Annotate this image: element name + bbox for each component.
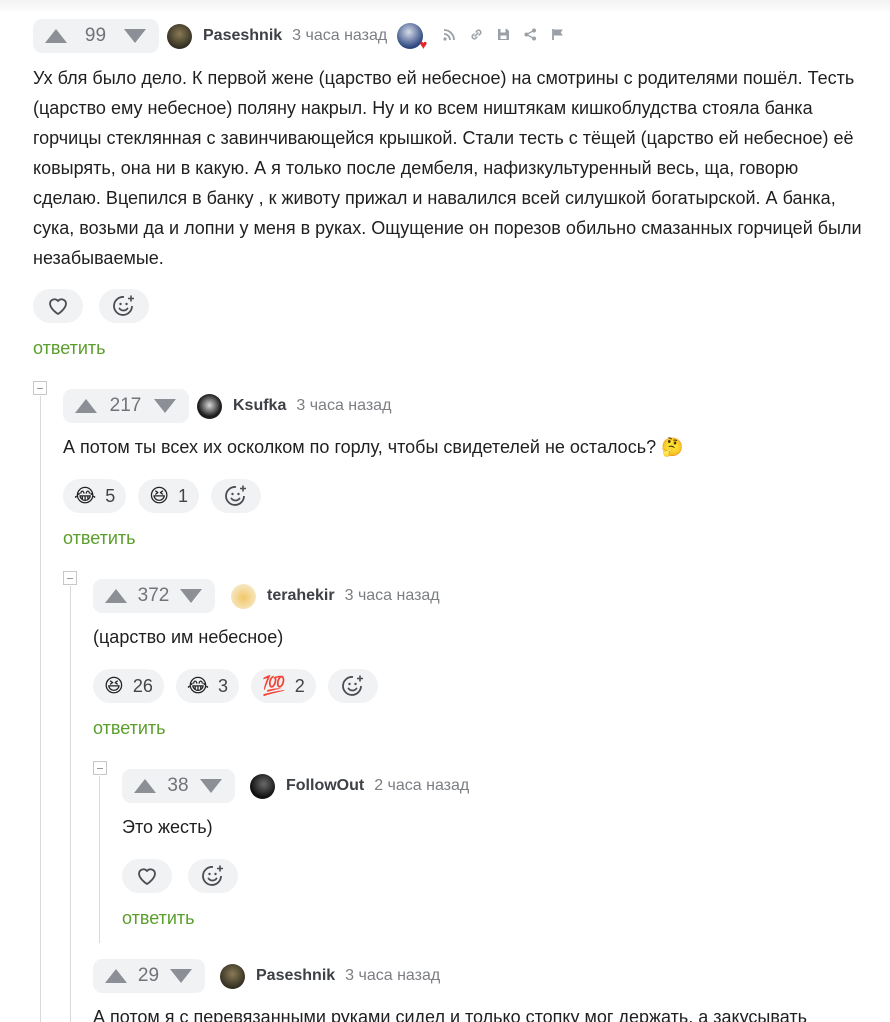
avatar[interactable] bbox=[197, 393, 222, 419]
comment-header: 372 terahekir 3 часа назад bbox=[93, 578, 863, 614]
add-reaction-icon bbox=[113, 295, 134, 316]
rating-widget: 99 bbox=[33, 19, 159, 53]
heart-icon bbox=[138, 868, 156, 885]
author-name[interactable]: Paseshnik bbox=[203, 27, 282, 45]
rating-score: 217 bbox=[109, 395, 142, 416]
reaction-count: 5 bbox=[105, 485, 116, 506]
comment-paseshnik-reply: 29 Paseshnik 3 часа назад А потом я с пе… bbox=[93, 958, 863, 1022]
reaction-button[interactable]: 😆 1 bbox=[138, 479, 200, 513]
upvote-icon[interactable] bbox=[134, 779, 156, 793]
upvote-icon[interactable] bbox=[45, 29, 67, 43]
link-icon[interactable] bbox=[468, 28, 484, 44]
comment-tools: ♥ bbox=[397, 23, 576, 51]
thread-line-level1 bbox=[40, 396, 41, 1022]
comment-followout: 38 FollowOut 2 часа назад Это жесть) bbox=[122, 768, 862, 842]
comment-ksufka: 217 Ksufka 3 часа назад А потом ты всех … bbox=[63, 388, 863, 462]
rating-score: 99 bbox=[84, 25, 107, 46]
comment-paseshnik: 99 Paseshnik 3 часа назад ♥ Ух бля было bbox=[33, 18, 863, 273]
thread-line-level3 bbox=[99, 776, 100, 943]
author-name[interactable]: Paseshnik bbox=[256, 967, 335, 985]
reaction-emoji: 😆 bbox=[149, 485, 170, 507]
comment-header: 38 FollowOut 2 часа назад bbox=[122, 768, 862, 804]
reply-link[interactable]: ответить bbox=[122, 908, 195, 929]
rating-widget: 29 bbox=[93, 959, 205, 993]
avatar[interactable] bbox=[167, 23, 192, 49]
comment-header: 217 Ksufka 3 часа назад bbox=[63, 388, 863, 424]
reaction-emoji: 😂 bbox=[186, 675, 210, 697]
comment-header: 29 Paseshnik 3 часа назад bbox=[93, 958, 863, 994]
flag-icon[interactable] bbox=[549, 28, 565, 44]
comment-text: А потом ты всех их осколком по горлу, чт… bbox=[63, 437, 684, 457]
add-reaction-icon bbox=[341, 675, 363, 696]
reaction-button[interactable]: 😂 5 bbox=[63, 479, 127, 513]
like-button[interactable] bbox=[33, 289, 83, 323]
add-reaction-button[interactable] bbox=[188, 859, 238, 893]
add-reaction-button[interactable] bbox=[99, 289, 149, 323]
collapse-toggle-ksufka[interactable] bbox=[33, 381, 47, 395]
reactions-bar: 😆 26 😂 3 💯 2 bbox=[93, 669, 378, 703]
downvote-icon[interactable] bbox=[199, 779, 222, 793]
author-name[interactable]: terahekir bbox=[267, 587, 335, 605]
upvote-icon[interactable] bbox=[75, 399, 97, 413]
upvote-icon[interactable] bbox=[105, 589, 127, 603]
share-icon[interactable] bbox=[522, 28, 538, 44]
collapse-toggle-followout[interactable] bbox=[93, 761, 107, 775]
thread-line-level2 bbox=[70, 586, 71, 1022]
avatar[interactable] bbox=[250, 773, 275, 799]
author-name[interactable]: FollowOut bbox=[286, 777, 364, 795]
reaction-button[interactable]: 😂 3 bbox=[175, 669, 240, 703]
avatar[interactable] bbox=[220, 963, 245, 989]
downvote-icon[interactable] bbox=[169, 969, 192, 983]
reaction-button[interactable]: 💯 2 bbox=[251, 669, 316, 703]
comment-text: А потом я с перевязанными руками сидел и… bbox=[93, 1007, 807, 1022]
comment-time[interactable]: 3 часа назад bbox=[292, 27, 387, 45]
comment-terahekir: 372 terahekir 3 часа назад (царство им н… bbox=[93, 578, 863, 652]
reaction-count: 1 bbox=[178, 485, 189, 506]
comment-time[interactable]: 3 часа назад bbox=[345, 967, 440, 985]
reactions-bar: 😂 5 😆 1 bbox=[63, 479, 262, 513]
reply-link[interactable]: ответить bbox=[63, 528, 136, 549]
downvote-icon[interactable] bbox=[179, 589, 202, 603]
rating-widget: 38 bbox=[122, 769, 235, 803]
reaction-emoji: 😆 bbox=[104, 675, 124, 697]
collapse-toggle-terahekir[interactable] bbox=[63, 571, 77, 585]
downvote-icon[interactable] bbox=[123, 29, 146, 43]
rating-widget: 217 bbox=[63, 389, 189, 423]
reaction-count: 3 bbox=[218, 675, 229, 696]
reply-link[interactable]: ответить bbox=[33, 338, 106, 359]
comment-time[interactable]: 3 часа назад bbox=[345, 587, 440, 605]
comment-time[interactable]: 3 часа назад bbox=[296, 397, 391, 415]
comment-text: Это жесть) bbox=[122, 817, 213, 837]
comment-text: (царство им небесное) bbox=[93, 627, 284, 647]
upvote-icon[interactable] bbox=[105, 969, 127, 983]
heart-icon bbox=[49, 298, 67, 315]
add-reaction-button[interactable] bbox=[327, 669, 378, 703]
reactions-bar bbox=[122, 859, 238, 893]
comment-time[interactable]: 2 часа назад bbox=[374, 777, 469, 795]
reaction-count: 26 bbox=[132, 675, 153, 696]
rss-icon[interactable] bbox=[441, 28, 457, 44]
comment-header: 99 Paseshnik 3 часа назад ♥ bbox=[33, 18, 863, 54]
reaction-emoji: 💯 bbox=[262, 675, 286, 697]
avatar[interactable] bbox=[231, 583, 256, 609]
reply-link[interactable]: ответить bbox=[93, 718, 166, 739]
add-reaction-button[interactable] bbox=[211, 479, 262, 513]
save-icon[interactable] bbox=[495, 28, 511, 44]
rating-score: 372 bbox=[137, 585, 170, 606]
rating-score: 29 bbox=[137, 965, 160, 986]
rating-score: 38 bbox=[167, 775, 189, 796]
comment-text: Ух бля было дело. К первой жене (царство… bbox=[33, 68, 862, 268]
author-name[interactable]: Ksufka bbox=[233, 397, 286, 415]
reactions-bar bbox=[33, 289, 149, 323]
top-fade bbox=[0, 0, 890, 14]
reaction-button[interactable]: 😆 26 bbox=[93, 669, 164, 703]
add-reaction-icon bbox=[225, 485, 247, 506]
rating-widget: 372 bbox=[93, 579, 215, 613]
reaction-emoji: 😂 bbox=[74, 485, 97, 507]
add-reaction-icon bbox=[202, 865, 223, 886]
badge-avatar-heart-icon[interactable]: ♥ bbox=[397, 23, 427, 51]
downvote-icon[interactable] bbox=[153, 399, 176, 413]
reaction-count: 2 bbox=[294, 675, 305, 696]
like-button[interactable] bbox=[122, 859, 172, 893]
